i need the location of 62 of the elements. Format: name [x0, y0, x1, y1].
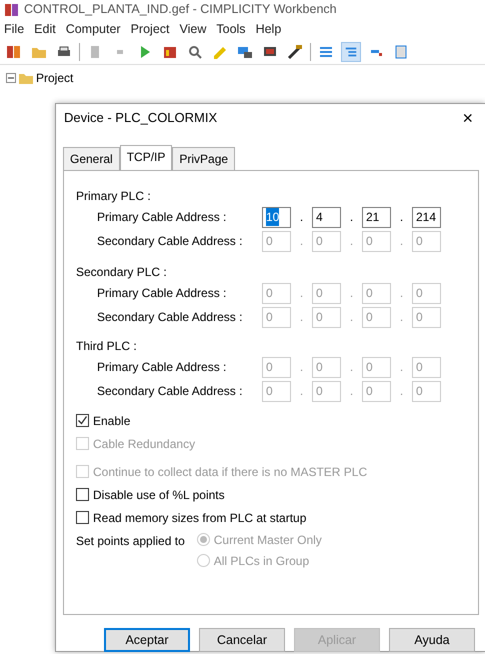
dot-separator: .: [400, 310, 404, 324]
tab[interactable]: TCP/IP: [120, 145, 172, 170]
list-icon[interactable]: [341, 42, 361, 62]
menu-item[interactable]: Computer: [66, 18, 121, 40]
dot-separator: .: [350, 384, 354, 398]
dot-separator: .: [400, 210, 404, 224]
tree-item[interactable]: Project: [36, 69, 74, 87]
field-label: Primary Cable Address :: [97, 209, 228, 226]
radio-label: Current Master Only: [214, 532, 322, 548]
dot-separator: .: [400, 360, 404, 374]
checkbox-label: Continue to collect data if there is no MASTER PLC: [93, 464, 368, 480]
group-label: Third PLC :: [76, 338, 138, 355]
dot-separator: .: [400, 234, 404, 248]
window-title: CONTROL_PLANTA_IND.gef - CIMPLICITY Workbench: [24, 1, 337, 18]
input-field[interactable]: 10: [262, 206, 291, 228]
dialog-button[interactable]: Aceptar: [104, 628, 190, 652]
dialog-button[interactable]: Ayuda: [389, 628, 475, 652]
field-label: Set points applied to: [76, 533, 185, 550]
dot-separator: .: [300, 384, 304, 398]
radio-label: All PLCs in Group: [214, 552, 310, 570]
dialog-title: Device - PLC_COLORMIX: [64, 109, 218, 128]
dot-separator: .: [350, 286, 354, 300]
field-label: Secondary Cable Address :: [97, 309, 244, 326]
close-button[interactable]: ×: [458, 109, 477, 127]
menu-item[interactable]: View: [180, 18, 206, 40]
dot-separator: .: [300, 310, 304, 324]
dot-separator: .: [300, 360, 304, 374]
field-label: Secondary Cable Address :: [97, 383, 244, 400]
menu-item[interactable]: Help: [256, 18, 282, 40]
collapse-icon[interactable]: [6, 73, 16, 83]
field-label: Secondary Cable Address :: [97, 233, 244, 250]
dot-separator: .: [400, 384, 404, 398]
checkbox[interactable]: [76, 414, 89, 427]
tab[interactable]: PrivPage: [172, 147, 236, 170]
group-label: Secondary PLC :: [76, 264, 168, 281]
dot-separator: .: [350, 210, 354, 224]
dot-separator: .: [400, 286, 404, 300]
menu-item[interactable]: File: [4, 18, 24, 40]
checkbox-label: Enable: [93, 412, 130, 430]
dot-separator: .: [350, 310, 354, 324]
checkbox-label: Cable Redundancy: [93, 436, 196, 452]
input-field[interactable]: 21: [362, 206, 391, 228]
input-field[interactable]: 4: [312, 206, 341, 228]
input-field[interactable]: 214: [412, 206, 441, 228]
dot-separator: .: [350, 234, 354, 248]
group-label: Primary PLC :: [76, 188, 152, 205]
field-label: Primary Cable Address :: [97, 285, 228, 302]
tab[interactable]: General: [63, 147, 120, 170]
field-label: Primary Cable Address :: [97, 359, 228, 376]
dot-separator: .: [300, 286, 304, 300]
dot-separator: .: [350, 360, 354, 374]
menu-item[interactable]: Edit: [34, 18, 56, 40]
app-icon: [4, 2, 20, 18]
menu-item[interactable]: Project: [130, 18, 170, 40]
dialog-button[interactable]: Cancelar: [199, 628, 285, 652]
checkbox-label: Disable use of %L points: [93, 486, 225, 504]
checkbox[interactable]: [76, 488, 89, 501]
menu-item[interactable]: Tools: [216, 18, 246, 40]
checkbox[interactable]: [76, 511, 89, 524]
checkbox-label: Read memory sizes from PLC at startup: [93, 510, 306, 526]
dot-separator: .: [300, 210, 304, 224]
dot-separator: .: [300, 234, 304, 248]
